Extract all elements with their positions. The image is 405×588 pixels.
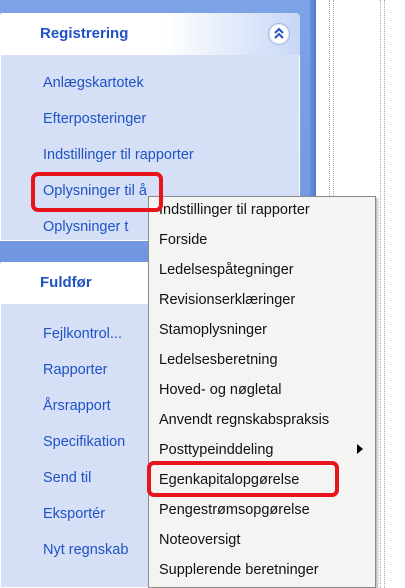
link-rapporter[interactable]: Rapporter [43, 362, 107, 378]
link-efterposteringer[interactable]: Efterposteringer [43, 111, 146, 127]
collapse-button[interactable] [268, 23, 290, 45]
link-specifikation[interactable]: Specifikation [43, 434, 125, 450]
group-title: Registrering [40, 25, 129, 42]
context-menu: Indstillinger til rapporter Forside Lede… [148, 196, 376, 588]
menu-item-indstillinger-til-rapporter[interactable]: Indstillinger til rapporter [159, 202, 310, 218]
link-oplysninger-t[interactable]: Oplysninger t [43, 219, 128, 235]
link-nyt-regnskab[interactable]: Nyt regnskab [43, 542, 128, 558]
menu-item-noteoversigt[interactable]: Noteoversigt [159, 532, 240, 548]
double-chevron-up-icon [274, 27, 284, 39]
group-header-registrering[interactable]: Registrering [0, 13, 300, 55]
link-arsrapport[interactable]: Årsrapport [43, 398, 111, 414]
application-window: Registrering Anlægskartotek Efterposteri… [0, 0, 405, 588]
menu-item-ledelsesberetning[interactable]: Ledelsesberetning [159, 352, 278, 368]
grid-divider [384, 0, 385, 588]
link-fejlkontrol[interactable]: Fejlkontrol... [43, 326, 122, 342]
menu-item-stamoplysninger[interactable]: Stamoplysninger [159, 322, 267, 338]
link-anlaegskartotek[interactable]: Anlægskartotek [43, 75, 144, 91]
highlight-egenkapitalopgorelse [147, 461, 339, 497]
highlight-oplysninger [31, 172, 163, 212]
grid-divider [380, 0, 381, 588]
menu-item-label: Posttypeinddeling [159, 442, 274, 458]
menu-item-anvendt-regnskabspraksis[interactable]: Anvendt regnskabspraksis [159, 412, 329, 428]
menu-item-pengestromsopgorelse[interactable]: Pengestrømsopgørelse [159, 502, 310, 518]
menu-item-hoved-og-noegletal[interactable]: Hoved- og nøgletal [159, 382, 282, 398]
menu-item-forside[interactable]: Forside [159, 232, 207, 248]
group-title: Fuldfør [40, 274, 92, 291]
link-indstillinger-til-rapporter[interactable]: Indstillinger til rapporter [43, 147, 194, 163]
link-eksporter[interactable]: Eksportér [43, 506, 105, 522]
link-send-til[interactable]: Send til [43, 470, 91, 486]
menu-item-ledelsespategninger[interactable]: Ledelsespåtegninger [159, 262, 294, 278]
menu-item-supplerende-beretninger[interactable]: Supplerende beretninger [159, 562, 319, 578]
menu-item-revisionserklaeringer[interactable]: Revisionserklæringer [159, 292, 295, 308]
triangle-right-icon [357, 444, 363, 454]
